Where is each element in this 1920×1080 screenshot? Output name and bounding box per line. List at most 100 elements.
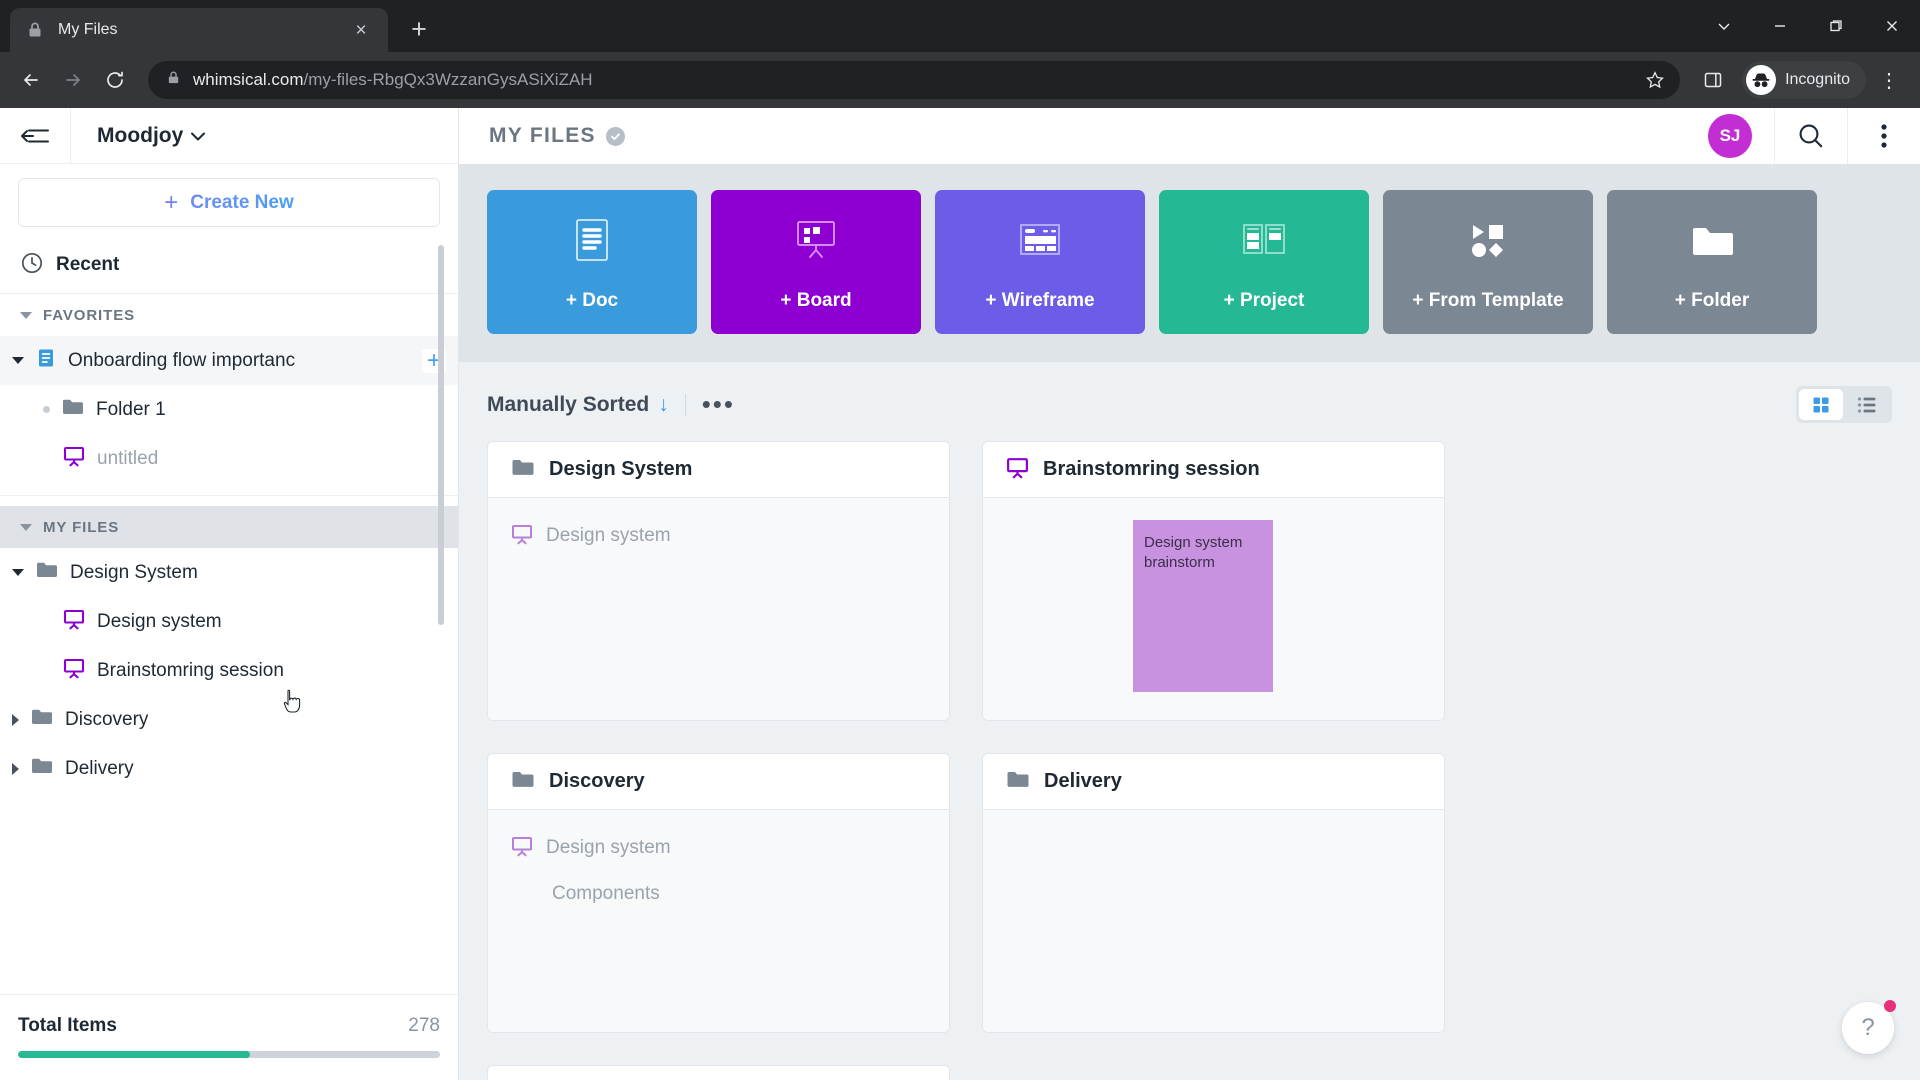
list-view-icon[interactable] — [1845, 389, 1889, 420]
sort-direction-icon[interactable]: ↓ — [658, 393, 669, 417]
url-path: /my-files-RbgQx3WzzanGysASiXiZAH — [303, 70, 593, 89]
board-icon — [62, 657, 86, 684]
board-icon — [787, 213, 845, 276]
reload-button[interactable] — [96, 61, 134, 99]
sidebar-scrollbar[interactable] — [438, 245, 444, 625]
favorites-divider — [0, 495, 458, 496]
card-body: Design system Components — [488, 810, 949, 1032]
chevron-down-icon — [191, 128, 206, 144]
card-body — [983, 810, 1444, 1032]
sidebar-item-label: Design system — [97, 610, 222, 632]
sidebar-item-recent[interactable]: Recent — [0, 237, 458, 293]
search-icon[interactable] — [1775, 108, 1847, 164]
group-favorites-label: FAVORITES — [43, 306, 135, 324]
sidebar-item-design-system-folder[interactable]: Design System — [0, 548, 458, 597]
board-icon — [62, 445, 86, 472]
create-wireframe-tile[interactable]: + Wireframe — [935, 190, 1145, 334]
file-card[interactable]: Discovery Design system Components — [487, 753, 950, 1033]
card-preview-label: Components — [552, 883, 660, 904]
card-title: Discovery — [549, 770, 645, 792]
recent-section: Recent — [0, 237, 458, 294]
card-body: Design system — [488, 498, 949, 720]
browser-menu-icon[interactable]: ⋮ — [1870, 61, 1908, 99]
create-new-button[interactable]: + Create New — [18, 178, 440, 227]
collapse-sidebar-icon[interactable] — [0, 124, 70, 148]
sticky-note: Design system brainstorm — [1133, 520, 1273, 692]
bookmark-star-icon[interactable] — [1638, 63, 1672, 97]
sidebar-item-label: Onboarding flow importanc — [68, 349, 296, 371]
main-scroll-area: + Doc + Board + Wireframe + Project + Fr… — [459, 164, 1920, 1080]
folder-icon — [35, 560, 59, 585]
back-button[interactable] — [12, 61, 50, 99]
close-window-icon[interactable] — [1864, 0, 1920, 52]
sort-label[interactable]: Manually Sorted — [487, 393, 649, 417]
project-icon — [1235, 213, 1293, 276]
sort-more-icon[interactable]: ••• — [702, 391, 735, 416]
triangle-right-icon[interactable] — [12, 762, 19, 775]
browser-tab[interactable]: My Files × — [10, 8, 388, 52]
create-folder-tile[interactable]: + Folder — [1607, 190, 1817, 334]
triangle-down-icon[interactable] — [12, 357, 24, 364]
sidebar-item-discovery[interactable]: Discovery — [0, 695, 458, 744]
sidebar-header: Moodjoy — [0, 108, 458, 164]
sidebar-item-label: Brainstomring session — [97, 659, 284, 681]
create-from-template-tile[interactable]: + From Template — [1383, 190, 1593, 334]
group-favorites[interactable]: FAVORITES — [0, 294, 458, 336]
minimize-icon[interactable] — [1752, 0, 1808, 52]
check-circle-icon — [605, 126, 625, 146]
lock-icon — [24, 19, 46, 41]
recent-label: Recent — [56, 254, 120, 275]
create-doc-tile[interactable]: + Doc — [487, 190, 697, 334]
file-card[interactable]: Delivery — [982, 753, 1445, 1033]
sidebar-item-design-system-board[interactable]: Design system — [0, 597, 458, 646]
workspace-name: Moodjoy — [97, 123, 184, 147]
triangle-down-icon[interactable] — [12, 569, 24, 576]
workspace-switcher[interactable]: Moodjoy — [70, 108, 458, 163]
maximize-icon[interactable] — [1808, 0, 1864, 52]
new-tab-button[interactable]: + — [398, 8, 440, 50]
address-bar[interactable]: whimsical.com/my-files-RbgQx3WzzanGysASi… — [148, 61, 1681, 99]
incognito-badge[interactable]: Incognito — [1742, 61, 1866, 99]
card-preview-label: Design system — [546, 837, 671, 858]
forward-button[interactable] — [54, 61, 92, 99]
wireframe-icon — [1011, 213, 1069, 276]
sidebar-item-brainstorming-session[interactable]: Brainstomring session — [0, 646, 458, 695]
view-toggle — [1796, 386, 1892, 423]
board-icon — [62, 608, 86, 635]
create-project-tile[interactable]: + Project — [1159, 190, 1369, 334]
main-header-actions: SJ — [1686, 108, 1920, 164]
vertical-dots-icon[interactable] — [1848, 108, 1920, 164]
sidebar-item-onboarding-flow[interactable]: Onboarding flow importanc + — [0, 336, 458, 385]
address-bar-url: whimsical.com/my-files-RbgQx3WzzanGysASi… — [193, 70, 1626, 90]
create-board-label: + Board — [780, 289, 852, 311]
main-content: MY FILES SJ + Doc + Board + Wireframe + … — [459, 108, 1920, 1080]
folder-icon — [1005, 769, 1031, 795]
sidebar-item-label: Design System — [70, 561, 198, 583]
triangle-down-icon — [20, 311, 32, 319]
close-tab-icon[interactable]: × — [348, 17, 374, 43]
file-card[interactable]: Hi — [487, 1065, 950, 1080]
help-button[interactable]: ? — [1842, 1000, 1896, 1054]
create-new-wrap: + Create New — [0, 164, 458, 237]
file-card[interactable]: Brainstomring session Design system brai… — [982, 441, 1445, 721]
side-panel-icon[interactable] — [1694, 61, 1732, 99]
folder-icon — [30, 707, 54, 732]
card-header: Discovery — [488, 754, 949, 810]
triangle-right-icon[interactable] — [12, 713, 19, 726]
doc-icon — [563, 213, 621, 276]
plus-icon: + — [164, 188, 179, 216]
sidebar-item-delivery[interactable]: Delivery — [0, 744, 458, 793]
group-my-files[interactable]: MY FILES — [0, 506, 458, 548]
sidebar-item-untitled[interactable]: untitled — [0, 434, 458, 483]
create-board-tile[interactable]: + Board — [711, 190, 921, 334]
notification-dot-icon — [1884, 1000, 1896, 1012]
file-grid: Design System Design system Brainstomrin… — [459, 435, 1920, 1080]
chevron-down-icon[interactable] — [1696, 0, 1752, 52]
create-folder-label: + Folder — [1674, 289, 1750, 311]
sidebar-item-folder-1[interactable]: Folder 1 — [0, 385, 458, 434]
grid-view-icon[interactable] — [1799, 389, 1843, 420]
avatar[interactable]: SJ — [1708, 114, 1752, 158]
create-from-template-label: + From Template — [1412, 289, 1564, 311]
file-card[interactable]: Design System Design system — [487, 441, 950, 721]
browser-toolbar: whimsical.com/my-files-RbgQx3WzzanGysASi… — [0, 52, 1920, 108]
